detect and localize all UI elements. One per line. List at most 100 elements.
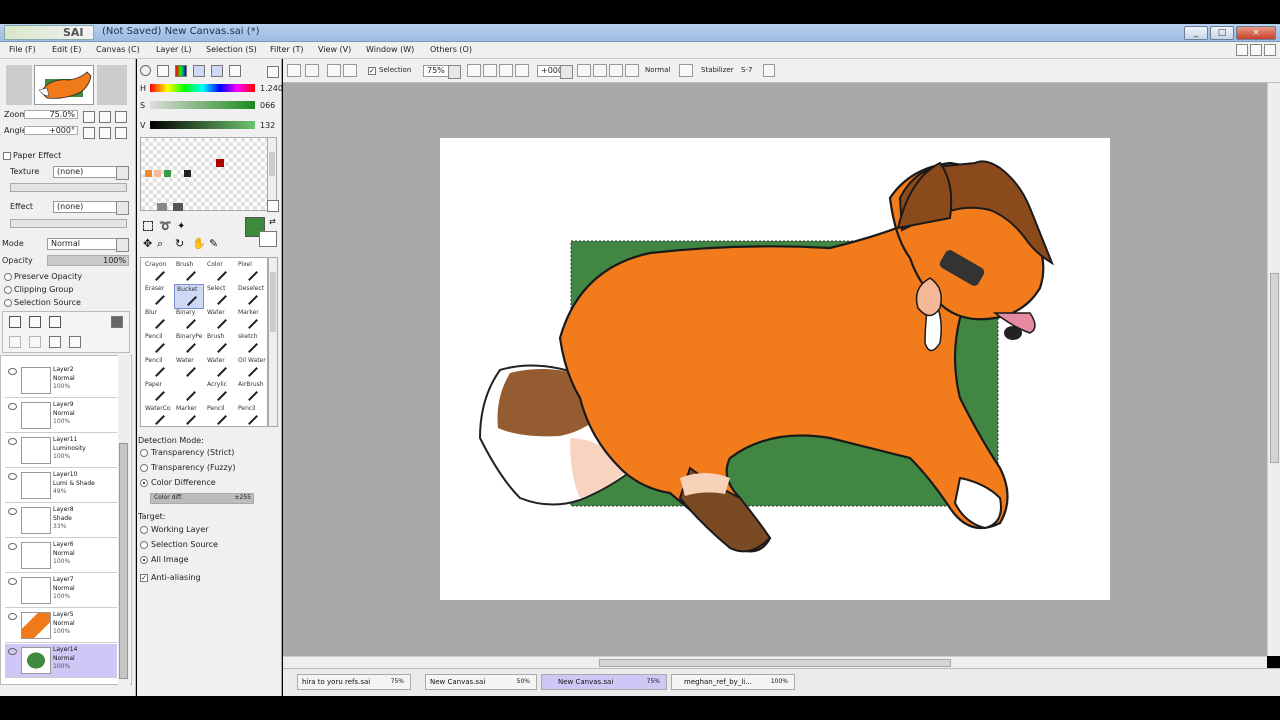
- toolbar-zoom-out-button[interactable]: [467, 64, 481, 77]
- brush-tool[interactable]: Pencil: [143, 356, 173, 381]
- layer-panel-menu-button[interactable]: [111, 316, 123, 328]
- brush-tool[interactable]: Pencil: [205, 404, 235, 429]
- effect-select[interactable]: (none): [53, 201, 129, 215]
- canvas-area[interactable]: [283, 83, 1270, 656]
- brush-tool[interactable]: Select: [205, 284, 235, 309]
- brush-tool[interactable]: WaterCo: [143, 404, 173, 429]
- canvas-page[interactable]: [440, 138, 1110, 600]
- scratchpad-mode-button[interactable]: [229, 65, 241, 77]
- visibility-eye-icon[interactable]: [8, 438, 17, 445]
- document-tab[interactable]: meghan_ref_by_li... 100%: [671, 674, 795, 690]
- menu-selection[interactable]: Selection (S): [206, 45, 257, 54]
- target-option[interactable]: [140, 526, 148, 534]
- layer-row[interactable]: Layer11 Luminosity 100%: [5, 434, 117, 468]
- brush-tool[interactable]: sketch: [236, 332, 266, 357]
- layer-list-scrollbar[interactable]: [118, 355, 130, 685]
- color-swatch[interactable]: [184, 170, 191, 177]
- eyedropper-icon[interactable]: ✎: [209, 237, 218, 250]
- toolbar-zoom-in-button[interactable]: [483, 64, 497, 77]
- brush-tool[interactable]: Brush: [174, 260, 204, 285]
- menu-edit[interactable]: Edit (E): [52, 45, 81, 54]
- layer-row[interactable]: Layer8 Shade 33%: [5, 504, 117, 538]
- swap-colors-icon[interactable]: ⇄: [269, 217, 276, 226]
- value-slider[interactable]: [150, 121, 255, 129]
- preserve-opacity-check[interactable]: [4, 273, 12, 281]
- menu-file[interactable]: File (F): [9, 45, 36, 54]
- merge-down-button[interactable]: [29, 336, 41, 348]
- secondary-color-swatch[interactable]: [259, 231, 277, 247]
- document-tab-active[interactable]: New Canvas.sai 75%: [541, 674, 667, 690]
- detection-option[interactable]: [140, 479, 148, 487]
- maximize-button[interactable]: □: [1210, 26, 1234, 40]
- canvas-vertical-scrollbar[interactable]: [1267, 83, 1280, 656]
- clipping-group-check[interactable]: [4, 286, 12, 294]
- brush-tool[interactable]: Acrylic: [205, 380, 235, 405]
- deselect-button[interactable]: [305, 64, 319, 77]
- stabilizer-value[interactable]: S-7: [741, 66, 752, 74]
- toolbar-blend-button[interactable]: [679, 64, 693, 77]
- menu-view[interactable]: View (V): [318, 45, 351, 54]
- navigator-preview[interactable]: [34, 65, 94, 105]
- brush-tool[interactable]: Water: [205, 356, 235, 381]
- toolbar-angle-select[interactable]: +000°: [537, 65, 573, 79]
- move-icon[interactable]: ✥: [143, 237, 152, 250]
- target-option[interactable]: [140, 541, 148, 549]
- stabilizer-dropdown-button[interactable]: [763, 64, 775, 77]
- detection-option[interactable]: [140, 464, 148, 472]
- brush-tool[interactable]: Brush: [205, 332, 235, 357]
- menu-layer[interactable]: Layer (L): [156, 45, 192, 54]
- document-tab[interactable]: New Canvas.sai 50%: [425, 674, 537, 690]
- transfer-down-button[interactable]: [9, 336, 21, 348]
- close-button[interactable]: ×: [1236, 26, 1276, 40]
- rotate-right-button[interactable]: [99, 127, 111, 139]
- lasso-icon[interactable]: ➰: [159, 221, 171, 232]
- selection-source-check[interactable]: [4, 299, 12, 307]
- color-panel-close-button[interactable]: [267, 66, 279, 78]
- brush-tool[interactable]: Pencil: [236, 404, 266, 429]
- selection-trim-button[interactable]: [343, 64, 357, 77]
- canvas-horizontal-scrollbar[interactable]: [283, 656, 1267, 668]
- scratchpad[interactable]: [140, 137, 268, 211]
- tool-grid-scroll-thumb[interactable]: [270, 272, 276, 332]
- layer-row[interactable]: Layer6 Normal 100%: [5, 539, 117, 573]
- visibility-eye-icon[interactable]: [8, 473, 17, 480]
- color-diff-slider[interactable]: Color diff. ±255: [150, 493, 254, 504]
- blend-mode-select[interactable]: Normal: [47, 238, 129, 252]
- swatch-remove-icon[interactable]: [173, 203, 183, 211]
- visibility-eye-icon[interactable]: [8, 543, 17, 550]
- zoom-tool-icon[interactable]: ⌕: [157, 237, 163, 251]
- select-all-button[interactable]: [287, 64, 301, 77]
- toolbar-rotate-left-button[interactable]: [577, 64, 591, 77]
- toolbar-flip-button[interactable]: [625, 64, 639, 77]
- toolbar-rotate-right-button[interactable]: [593, 64, 607, 77]
- menu-window[interactable]: Window (W): [366, 45, 414, 54]
- brush-tool[interactable]: Crayon: [143, 260, 173, 285]
- brush-tool[interactable]: Paper: [143, 380, 173, 405]
- layer-row[interactable]: Layer7 Normal 100%: [5, 574, 117, 608]
- brush-tool[interactable]: Water: [174, 356, 204, 381]
- color-swatch[interactable]: [164, 170, 171, 177]
- zoom-in-button[interactable]: [99, 111, 111, 123]
- detection-option[interactable]: [140, 449, 148, 457]
- visibility-eye-icon[interactable]: [8, 613, 17, 620]
- visibility-eye-icon[interactable]: [8, 578, 17, 585]
- magic-wand-icon[interactable]: ✦: [177, 221, 185, 232]
- brush-tool[interactable]: AirBrush: [236, 380, 266, 405]
- effect-strength-slider[interactable]: [10, 219, 127, 228]
- layer-row[interactable]: Layer9 Normal 100%: [5, 399, 117, 433]
- brush-tool[interactable]: Oil Water: [236, 356, 266, 381]
- scratchpad-close-button[interactable]: [267, 200, 279, 212]
- zoom-out-button[interactable]: [83, 111, 95, 123]
- mdi-minimize-button[interactable]: [1236, 44, 1248, 56]
- hand-tool-icon[interactable]: ✋: [192, 237, 206, 250]
- angle-slider[interactable]: +000°: [24, 126, 78, 135]
- clear-layer-button[interactable]: [49, 336, 61, 348]
- visibility-eye-icon[interactable]: [8, 648, 17, 655]
- brush-tool[interactable]: Pencil: [143, 332, 173, 357]
- layer-row[interactable]: Layer10 Lumi & Shade 49%: [5, 469, 117, 503]
- rgb-mode-button[interactable]: [157, 65, 169, 77]
- marquee-icon[interactable]: [143, 221, 153, 231]
- tool-grid-scrollbar[interactable]: [268, 257, 278, 427]
- brush-tool[interactable]: BinaryPe: [174, 332, 204, 357]
- paper-effect-toggle[interactable]: [3, 152, 11, 160]
